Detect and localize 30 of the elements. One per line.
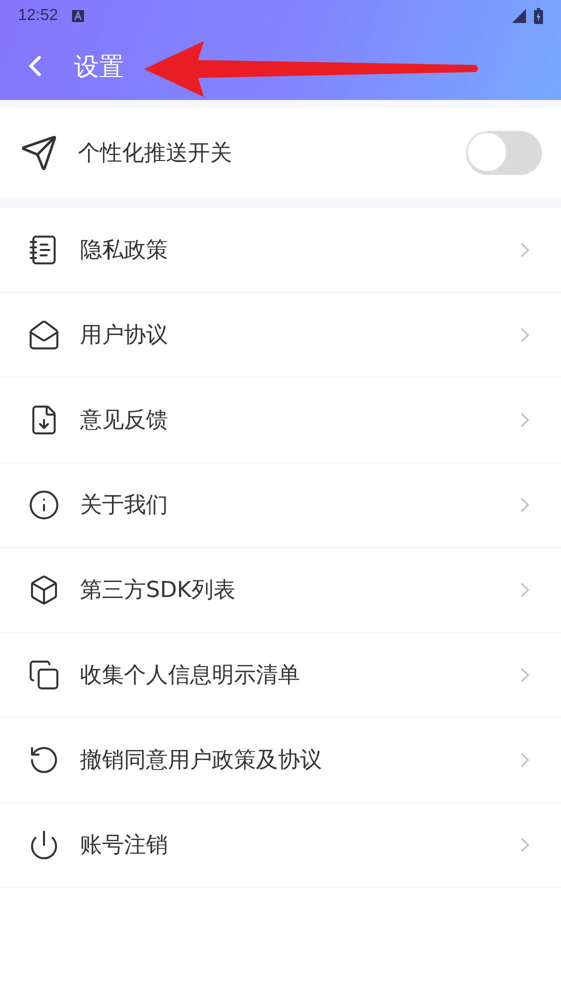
menu-item-label: 隐私政策 [80,237,169,265]
menu-item-label: 用户协议 [80,322,169,350]
menu-item[interactable]: 关于我们 [0,463,561,548]
menu-item-label: 意见反馈 [80,407,169,435]
menu-item[interactable]: 收集个人信息明示清单 [0,633,561,718]
menu-item-icon [28,319,60,351]
menu-item[interactable]: 第三方SDK列表 [0,548,561,633]
menu-item[interactable]: 意见反馈 [0,378,561,463]
push-toggle[interactable] [466,130,542,174]
battery-icon [534,8,543,24]
status-time: 12:52 [18,7,58,25]
toggle-label: 个性化推送开关 [78,140,233,168]
menu-item-label: 账号注销 [80,832,169,860]
menu-item-icon [28,659,60,691]
menu-item[interactable]: 隐私政策 [0,208,561,293]
menu-item-icon [28,744,60,776]
menu-item[interactable]: 账号注销 [0,803,561,888]
menu-item-icon [28,489,60,521]
menu-item[interactable]: 用户协议 [0,293,561,378]
menu-item[interactable]: 撤销同意用户政策及协议 [0,718,561,803]
menu-item-label: 第三方SDK列表 [80,577,236,605]
page-title: 设置 [74,50,124,82]
menu-item-label: 收集个人信息明示清单 [80,662,301,690]
notification-icon [72,10,84,22]
menu-item-icon [28,829,60,861]
menu-item-label: 关于我们 [80,492,169,520]
menu-item-icon [28,574,60,606]
menu-item-label: 撤销同意用户政策及协议 [80,747,323,775]
send-icon [20,134,58,172]
signal-icon [512,9,526,23]
